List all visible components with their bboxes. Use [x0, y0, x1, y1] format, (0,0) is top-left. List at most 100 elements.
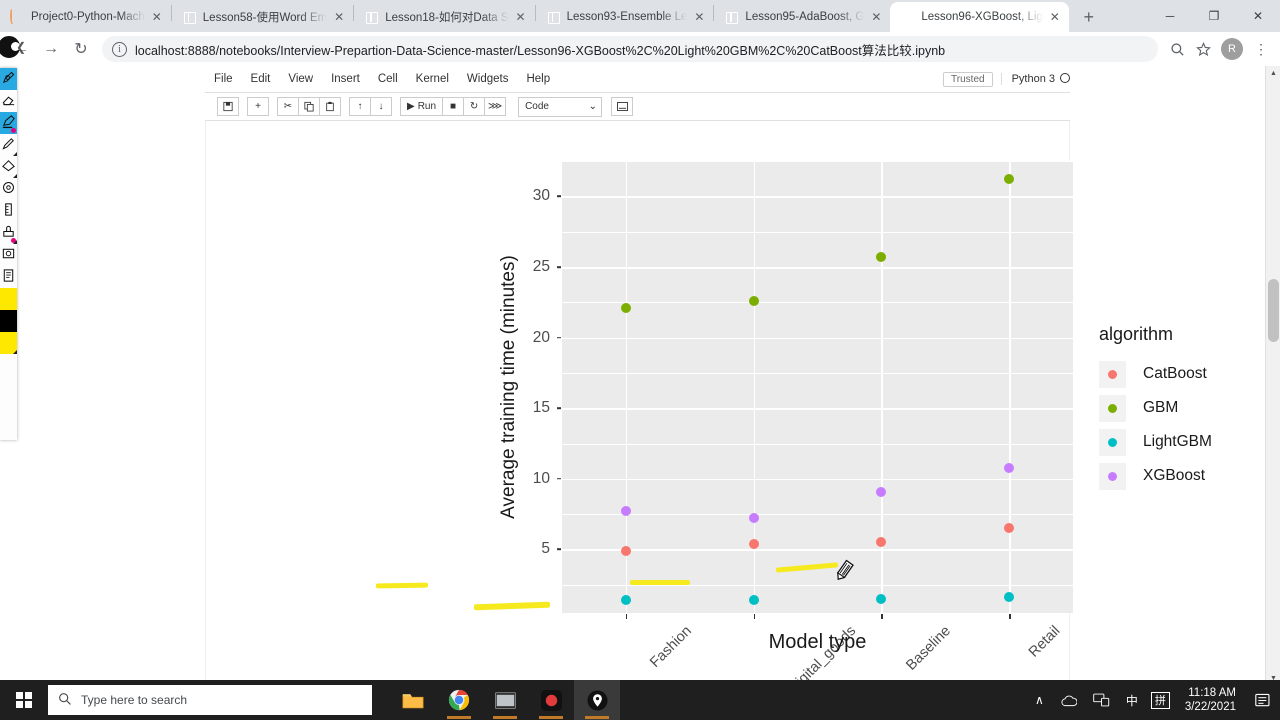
data-point-catboost-fashion: [620, 545, 631, 556]
data-point-catboost-baseline: [876, 537, 887, 548]
trusted-badge[interactable]: Trusted: [943, 71, 993, 87]
jupyter-icon: [724, 10, 738, 24]
search-icon[interactable]: [1164, 36, 1190, 62]
y-axis-tick-label: 5: [541, 540, 550, 558]
browser-tab-2[interactable]: Lesson18-如何对Data S ✕: [354, 2, 535, 32]
legend-item-gbm[interactable]: GBM: [1099, 391, 1259, 425]
new-tab-button[interactable]: +: [1075, 3, 1103, 31]
y-axis-tick-mark: [557, 195, 561, 198]
start-button[interactable]: [0, 680, 48, 720]
tab-close-icon[interactable]: ✕: [1047, 9, 1063, 25]
browser-tab-title: Lesson95-AdaBoost, G: [745, 11, 865, 23]
menu-file[interactable]: File: [205, 66, 242, 93]
data-point-gbm-fashion: [620, 302, 631, 313]
y-axis-tick-mark: [557, 336, 561, 339]
browser-tab-1[interactable]: Lesson58-使用Word Em ✕: [171, 2, 354, 32]
onedrive-icon[interactable]: [1052, 680, 1085, 720]
color-black-swatch-icon[interactable]: [0, 310, 17, 332]
kernel-indicator[interactable]: Python 3: [1000, 73, 1070, 85]
taskbar-app-screen-recorder[interactable]: [528, 680, 574, 720]
tray-chevron-icon[interactable]: ∧: [1027, 680, 1052, 720]
legend-item-lightgbm[interactable]: LightGBM: [1099, 425, 1259, 459]
reload-icon[interactable]: ↻: [66, 34, 96, 64]
screen: Project0-Python-Mach ✕ Lesson58-使用Word E…: [0, 0, 1280, 720]
taskbar-app-annotation-app[interactable]: [574, 680, 620, 720]
data-point-xgboost-retail: [1004, 462, 1015, 473]
action-center-icon[interactable]: [1246, 680, 1280, 720]
data-point-gbm-retail: [1004, 174, 1015, 185]
taskbar-app-google-chrome[interactable]: [436, 680, 482, 720]
color-yellow2-swatch-icon[interactable]: [0, 332, 17, 354]
legend-title: algorithm: [1099, 324, 1174, 344]
tab-close-icon[interactable]: ✕: [149, 9, 165, 25]
taskbar-search-input[interactable]: Type here to search: [48, 685, 372, 715]
submenu-corner-icon[interactable]: [13, 350, 17, 354]
taskbar-app-terminal[interactable]: [482, 680, 528, 720]
collapse-arrow-icon[interactable]: ❮: [16, 40, 26, 54]
scroll-up-arrow[interactable]: ▲: [1266, 66, 1280, 81]
site-info-icon[interactable]: i: [112, 41, 127, 57]
tab-close-icon[interactable]: ✕: [331, 9, 347, 25]
taskbar-clock[interactable]: 11:18 AM 3/22/2021: [1175, 686, 1246, 714]
ruler-tool-icon[interactable]: [0, 200, 17, 222]
windows-logo-icon: [16, 692, 32, 708]
notes-tool-icon[interactable]: [0, 266, 17, 288]
network-icon[interactable]: [1085, 680, 1118, 720]
legend-item-catboost[interactable]: CatBoost: [1099, 357, 1259, 391]
legend-item-xgboost[interactable]: XGBoost: [1099, 459, 1259, 493]
eraser-tool-icon[interactable]: [0, 90, 17, 112]
gridline-major-horizontal: [562, 196, 1073, 198]
stamp-tool-icon[interactable]: [0, 222, 17, 244]
annotation-toolbar[interactable]: [0, 68, 17, 440]
y-axis-tick-label: 15: [532, 399, 550, 417]
profile-avatar[interactable]: R: [1221, 38, 1243, 60]
menu-insert[interactable]: Insert: [322, 66, 369, 93]
browser-tab-3[interactable]: Lesson93-Ensemble Le ✕: [535, 2, 714, 32]
browser-tab-0[interactable]: Project0-Python-Mach ✕: [0, 2, 171, 32]
tool-glyph: [1, 92, 16, 110]
pencil-tool-icon[interactable]: [0, 134, 17, 156]
highlighter-tool-icon[interactable]: [0, 112, 17, 134]
menu-view[interactable]: View: [279, 66, 322, 93]
gridline-minor-horizontal: [562, 443, 1073, 445]
menu-widgets[interactable]: Widgets: [458, 66, 518, 93]
address-bar[interactable]: i localhost:8888/notebooks/Interview-Pre…: [102, 36, 1158, 62]
chart-panel: [562, 161, 1073, 613]
menu-help[interactable]: Help: [517, 66, 559, 93]
screenshot-tool-icon[interactable]: [0, 244, 17, 266]
spotlight-tool-icon[interactable]: [0, 178, 17, 200]
pen-tool-icon[interactable]: [0, 68, 17, 90]
browser-tab-5-active[interactable]: Lesson96-XGBoost, Lig ✕: [890, 2, 1069, 32]
tab-close-icon[interactable]: ✕: [513, 9, 529, 25]
tab-close-icon[interactable]: ✕: [691, 9, 707, 25]
legend-swatch: [1099, 394, 1126, 422]
tool-glyph: [1, 268, 16, 286]
close-window-button[interactable]: ✕: [1236, 0, 1280, 32]
legend-label: LightGBM: [1143, 433, 1212, 450]
shape-tool-icon[interactable]: [0, 156, 17, 178]
chart-output-image: 5 10 15 20 25 30 Average training time (minut…: [201, 111, 1212, 686]
browser-tab-4[interactable]: Lesson95-AdaBoost, G ✕: [714, 2, 891, 32]
y-axis-tick-label: 20: [532, 328, 550, 346]
menu-cell[interactable]: Cell: [369, 66, 407, 93]
forward-icon[interactable]: →: [36, 34, 66, 64]
ime-pinyin-indicator[interactable]: 拼: [1150, 691, 1170, 709]
taskbar-app-file-explorer[interactable]: [390, 680, 436, 720]
menu-edit[interactable]: Edit: [242, 66, 280, 93]
browser-tab-title: Lesson96-XGBoost, Lig: [921, 11, 1043, 23]
page-scrollbar[interactable]: ▲ ▼: [1265, 66, 1280, 686]
maximize-button[interactable]: ❐: [1192, 0, 1236, 32]
menu-kernel[interactable]: Kernel: [407, 66, 458, 93]
browser-menu-icon[interactable]: ⋮: [1248, 36, 1274, 62]
tool-glyph: [1, 70, 16, 88]
tab-close-icon[interactable]: ✕: [868, 9, 884, 25]
y-axis-tick-label: 10: [532, 469, 550, 487]
legend-label: XGBoost: [1143, 467, 1206, 484]
star-icon[interactable]: [1190, 36, 1216, 62]
data-point-lightgbm-baseline: [876, 593, 887, 604]
scrollbar-thumb[interactable]: [1268, 279, 1279, 342]
color-yellow-swatch-icon[interactable]: [0, 288, 17, 310]
ime-mode-indicator[interactable]: 中: [1118, 680, 1146, 720]
minimize-button[interactable]: ─: [1148, 0, 1192, 32]
window-controls: ─ ❐ ✕: [1148, 0, 1280, 32]
